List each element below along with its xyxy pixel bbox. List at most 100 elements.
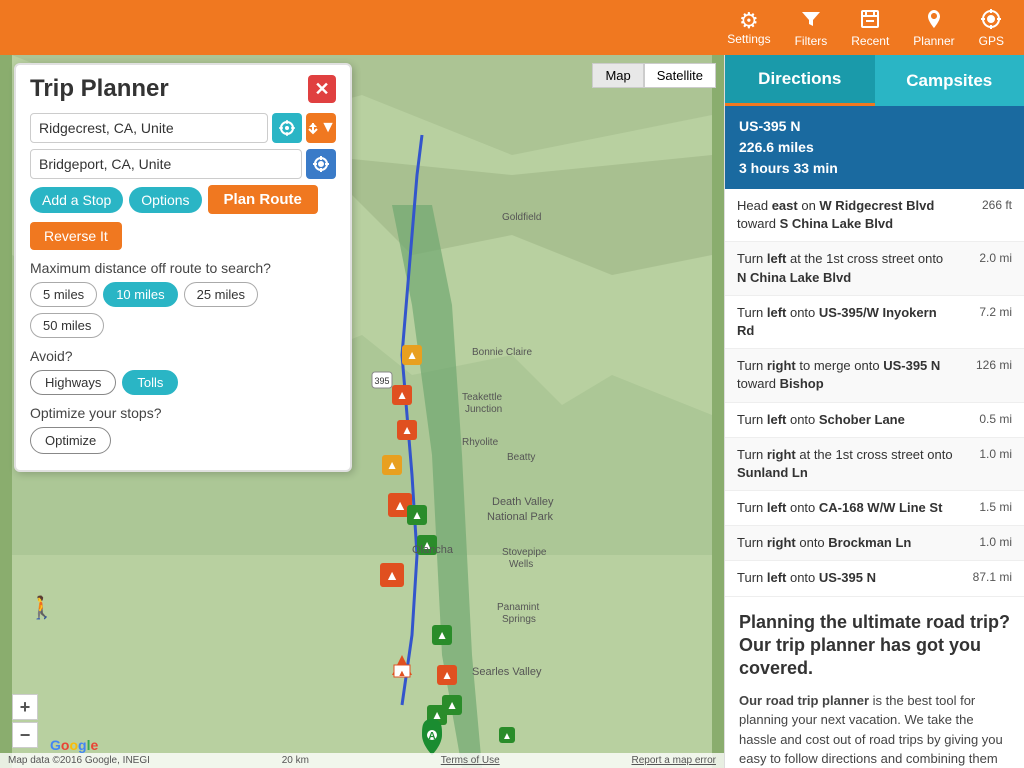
map-button[interactable]: Map <box>592 63 643 88</box>
gps-tool[interactable]: GPS <box>979 8 1004 48</box>
optimize-button[interactable]: Optimize <box>30 427 111 454</box>
add-stop-button[interactable]: Add a Stop <box>30 187 123 213</box>
direction-dist-9: 87.1 mi <box>962 569 1012 586</box>
terms-link[interactable]: Terms of Use <box>441 755 500 766</box>
svg-text:▲: ▲ <box>446 698 458 712</box>
google-logo: Google <box>50 737 98 753</box>
map-scale: 20 km <box>282 755 309 766</box>
route-name: US-395 N <box>739 116 1010 137</box>
origin-input[interactable] <box>30 113 268 143</box>
optimize-label: Optimize your stops? <box>30 405 336 421</box>
direction-item-9: Turn left onto US-395 N 87.1 mi <box>725 561 1024 596</box>
direction-item-5: Turn left onto Schober Lane 0.5 mi <box>725 403 1024 438</box>
direction-text-4: Turn right to merge onto US-395 N toward… <box>737 357 962 393</box>
direction-dist-8: 1.0 mi <box>962 534 1012 551</box>
direction-text-3: Turn left onto US-395/W Inyokern Rd <box>737 304 962 340</box>
map-area: ▲ ▲ ▲ ▲ ▲ ▲ <box>0 55 724 768</box>
route-summary: US-395 N 226.6 miles 3 hours 33 min <box>725 106 1024 189</box>
trip-panel-header: Trip Planner ✕ <box>30 75 336 103</box>
planner-label: Planner <box>913 34 954 48</box>
filters-tool[interactable]: Filters <box>795 8 828 48</box>
map-type-buttons: Map Satellite <box>592 63 716 88</box>
satellite-button[interactable]: Satellite <box>644 63 716 88</box>
avoid-tolls[interactable]: Tolls <box>122 370 178 395</box>
direction-text-7: Turn left onto CA-168 W/W Line St <box>737 499 962 517</box>
svg-text:▲: ▲ <box>386 458 398 472</box>
trip-planner-panel: Trip Planner ✕ <box>14 63 352 472</box>
svg-text:National Park: National Park <box>487 511 554 523</box>
gps-label: GPS <box>979 34 1004 48</box>
direction-dist-7: 1.5 mi <box>962 499 1012 516</box>
plan-route-button[interactable]: Plan Route <box>208 185 318 214</box>
svg-text:▲: ▲ <box>441 668 453 682</box>
direction-text-8: Turn right onto Brockman Ln <box>737 534 962 552</box>
main-layout: ▲ ▲ ▲ ▲ ▲ ▲ <box>0 55 1024 768</box>
direction-dist-5: 0.5 mi <box>962 411 1012 428</box>
destination-input[interactable] <box>30 149 302 179</box>
svg-text:▲: ▲ <box>393 497 407 513</box>
distance-50mi[interactable]: 50 miles <box>30 313 104 338</box>
directions-list: Head east on W Ridgecrest Blvd toward S … <box>725 189 1024 597</box>
svg-text:Junction: Junction <box>465 404 502 415</box>
direction-item-8: Turn right onto Brockman Ln 1.0 mi <box>725 526 1024 561</box>
direction-dist-4: 126 mi <box>962 357 1012 374</box>
direction-dist-6: 1.0 mi <box>962 446 1012 463</box>
svg-text:A: A <box>428 731 435 742</box>
route-distance: 226.6 miles <box>739 137 1010 158</box>
avoid-options: Highways Tolls <box>30 370 336 395</box>
svg-text:Bonnie Claire: Bonnie Claire <box>472 347 532 358</box>
svg-text:Olancha: Olancha <box>412 544 454 556</box>
filters-icon <box>800 8 822 34</box>
destination-row <box>30 149 336 179</box>
recent-label: Recent <box>851 34 889 48</box>
svg-text:▲: ▲ <box>398 668 407 678</box>
svg-text:Searles Valley: Searles Valley <box>472 666 542 678</box>
zoom-out-button[interactable]: − <box>12 722 38 748</box>
planner-icon <box>923 8 945 34</box>
svg-text:395: 395 <box>374 376 389 386</box>
reverse-button[interactable]: Reverse It <box>30 222 122 250</box>
promo-text: Our road trip planner is the best tool f… <box>739 691 1010 768</box>
origin-arrow-button[interactable]: ▼ <box>306 113 336 143</box>
trip-title: Trip Planner <box>30 75 169 103</box>
settings-icon: ⚙ <box>739 10 759 32</box>
distance-10mi[interactable]: 10 miles <box>103 282 177 307</box>
distance-5mi[interactable]: 5 miles <box>30 282 97 307</box>
report-link[interactable]: Report a map error <box>631 755 715 766</box>
locate-origin-button[interactable] <box>272 113 302 143</box>
direction-text-1: Head east on W Ridgecrest Blvd toward S … <box>737 197 962 233</box>
svg-text:Teakettle: Teakettle <box>462 392 502 403</box>
street-view-icon[interactable]: 🚶 <box>28 595 55 621</box>
direction-text-2: Turn left at the 1st cross street onto N… <box>737 250 962 286</box>
direction-dist-1: 266 ft <box>962 197 1012 214</box>
promo-section: Planning the ultimate road trip? Our tri… <box>725 597 1024 768</box>
tab-bar: Directions Campsites <box>725 55 1024 106</box>
direction-item-1: Head east on W Ridgecrest Blvd toward S … <box>725 189 1024 242</box>
svg-text:▲: ▲ <box>396 388 408 402</box>
planner-tool[interactable]: Planner <box>913 8 954 48</box>
svg-text:Beatty: Beatty <box>507 452 535 463</box>
settings-tool[interactable]: ⚙ Settings <box>727 10 770 46</box>
gps-icon <box>980 8 1002 34</box>
direction-item-7: Turn left onto CA-168 W/W Line St 1.5 mi <box>725 491 1024 526</box>
right-panel: Directions Campsites US-395 N 226.6 mile… <box>724 55 1024 768</box>
action-buttons: Add a Stop Options Plan Route <box>30 185 336 214</box>
close-button[interactable]: ✕ <box>308 75 336 103</box>
svg-text:Goldfield: Goldfield <box>502 212 541 223</box>
recent-tool[interactable]: Recent <box>851 8 889 48</box>
svg-text:▲: ▲ <box>421 538 433 552</box>
distance-25mi[interactable]: 25 miles <box>184 282 258 307</box>
avoid-highways[interactable]: Highways <box>30 370 116 395</box>
map-footer: Map data ©2016 Google, INEGI 20 km Terms… <box>0 753 724 768</box>
locate-destination-button[interactable] <box>306 149 336 179</box>
svg-text:▲: ▲ <box>406 348 418 362</box>
options-button[interactable]: Options <box>129 187 201 213</box>
tab-directions[interactable]: Directions <box>725 55 875 106</box>
zoom-in-button[interactable]: + <box>12 694 38 720</box>
max-distance-label: Maximum distance off route to search? <box>30 260 336 276</box>
tab-campsites[interactable]: Campsites <box>875 55 1024 106</box>
route-duration: 3 hours 33 min <box>739 158 1010 179</box>
svg-text:Rhyolite: Rhyolite <box>462 437 499 448</box>
svg-text:Stovepipe: Stovepipe <box>502 547 547 558</box>
svg-text:▲: ▲ <box>401 423 413 437</box>
